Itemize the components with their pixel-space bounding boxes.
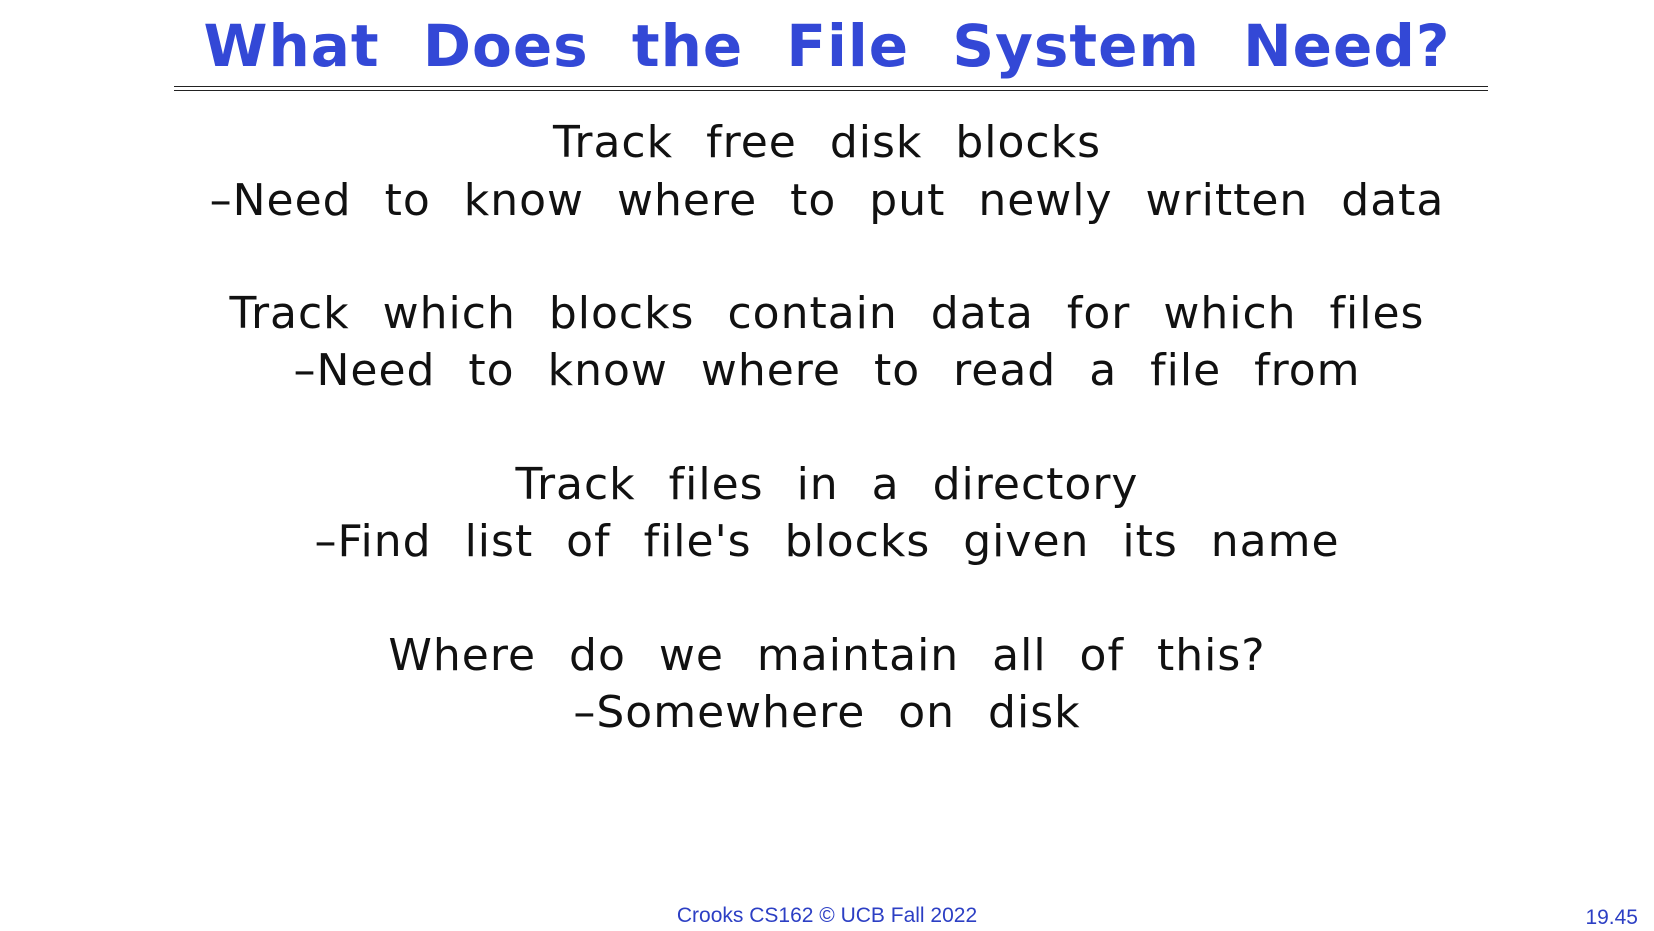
subpoint-read-file-from: –Need to know where to read a file from [293,345,1361,396]
subpoint-newly-written-data: –Need to know where to put newly written… [209,175,1445,226]
subpoint-find-file-blocks: –Find list of file's blocks given its na… [314,516,1340,567]
point-track-files-directory: Track files in a directory [515,459,1139,510]
point-track-blocks-for-files: Track which blocks contain data for whic… [229,288,1425,339]
subpoint-somewhere-on-disk: –Somewhere on disk [573,687,1081,738]
point-track-free-blocks: Track free disk blocks [552,117,1102,168]
title-divider [174,86,1488,91]
slide-title: What Does the File System Need? [203,12,1451,80]
point-where-maintain: Where do we maintain all of this? [388,630,1266,681]
page-number: 19.45 [1585,906,1638,929]
footer-credit: Crooks CS162 © UCB Fall 2022 [676,904,978,927]
